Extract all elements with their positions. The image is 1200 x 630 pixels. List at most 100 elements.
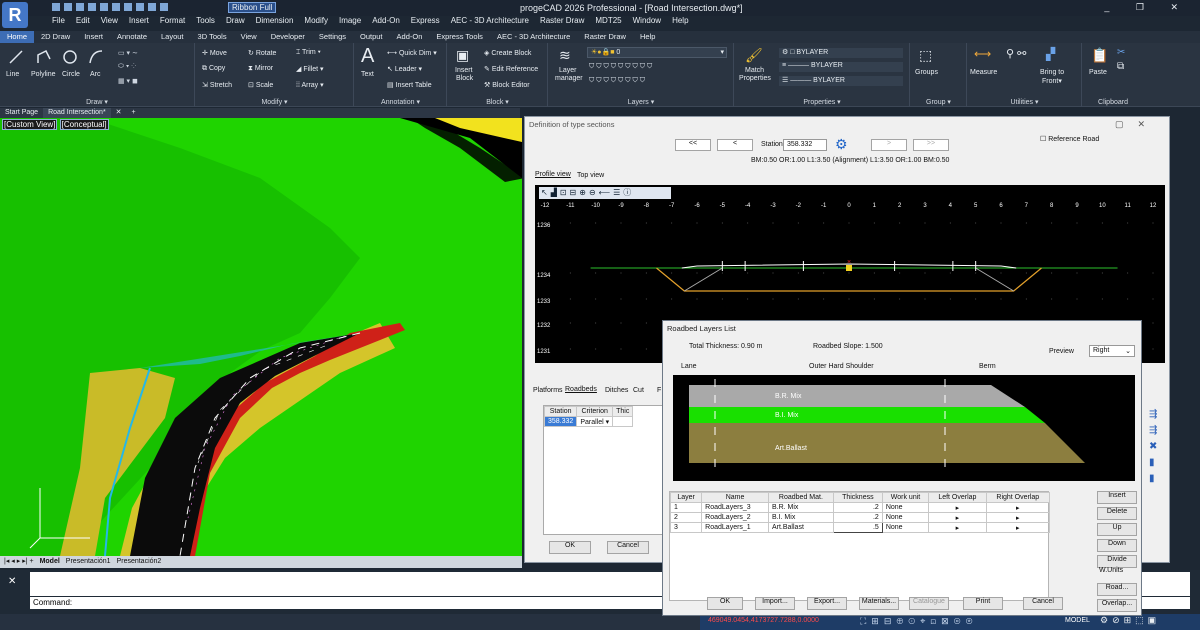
groups-icon[interactable]: ⬚ [919, 47, 932, 64]
tab-3d-tools[interactable]: 3D Tools [191, 31, 234, 43]
open-icon[interactable] [64, 3, 72, 11]
new-tab-icon[interactable]: + [127, 108, 141, 118]
measure-icon[interactable]: ⟷ [974, 47, 991, 61]
tab-ditches[interactable]: Ditches [605, 387, 628, 394]
array-button[interactable]: ⁞⁞ Array ▾ [296, 81, 324, 89]
delete-button[interactable]: Delete [1097, 507, 1137, 520]
line-button[interactable]: Line [6, 71, 19, 78]
app-logo[interactable]: R [2, 2, 28, 28]
import-button[interactable]: Import... [755, 597, 795, 610]
layer-tools-row1[interactable]: ⛉⛉⛉⛉⛉⛉⛉⛉⛉ [589, 63, 654, 71]
menu-modify[interactable]: Modify [304, 16, 328, 30]
groups-button[interactable]: Groups [915, 69, 938, 76]
cell-mat[interactable]: B.I. Mix [767, 512, 834, 523]
print-button[interactable]: Print [963, 597, 1003, 610]
tab-view[interactable]: View [234, 31, 264, 43]
tab-express-tools[interactable]: Express Tools [429, 31, 490, 43]
table-row[interactable]: 3 RoadLayers_1 Art.Ballast .5 None ▸ ▸ [669, 522, 1051, 533]
cell-th[interactable]: .2 [832, 502, 883, 513]
new-icon[interactable] [52, 3, 60, 11]
export-button[interactable]: Export... [807, 597, 847, 610]
close-command-icon[interactable]: ✕ [8, 576, 16, 587]
color-dropdown[interactable]: ⚙ □ BYLAYER [779, 48, 903, 58]
cell-r[interactable]: ▸ [985, 502, 1051, 513]
status-toggles[interactable]: ⛶⊞⊟⊕⊙⌖⊡⊠⊚⊛ [860, 616, 978, 627]
menu-file[interactable]: File [52, 16, 65, 30]
fillet-button[interactable]: ◢ Fillet ▾ [296, 65, 324, 73]
insert-table-button[interactable]: ▤ Insert Table [387, 81, 432, 89]
criterion-cell[interactable]: Parallel ▾ [576, 416, 614, 427]
menu-mdt25[interactable]: MDT25 [595, 16, 621, 30]
viewport-label[interactable]: [Custom View] [Conceptual] [2, 119, 109, 130]
table-row[interactable]: 2 RoadLayers_2 B.I. Mix .2 None ▸ ▸ [669, 512, 1051, 523]
visual-style[interactable]: [Conceptual] [59, 119, 109, 130]
match-properties-button-line2[interactable]: Properties [739, 75, 771, 82]
hatch-icon[interactable]: ▦ ▾ ◼ [118, 77, 138, 85]
linetype-dropdown[interactable]: ≡ ——— BYLAYER [779, 62, 903, 72]
cell-name[interactable]: RoadLayers_1 [701, 522, 769, 533]
insert-block-icon[interactable]: ▣ [456, 47, 469, 64]
menu-draw[interactable]: Draw [226, 16, 245, 30]
arc-icon[interactable] [88, 49, 104, 65]
leader-button[interactable]: ↖ Leader ▾ [387, 65, 422, 73]
save-as-icon[interactable] [88, 3, 96, 11]
ribbon-full-toggle[interactable]: Ribbon Full [228, 2, 277, 13]
tab-output[interactable]: Output [353, 31, 390, 43]
scale-button[interactable]: ⊡ Scale [248, 81, 273, 89]
move-button[interactable]: ✛ Move [202, 49, 227, 57]
undo-icon[interactable] [100, 3, 108, 11]
menu-aec-3d-architecture[interactable]: AEC - 3D Architecture [451, 16, 529, 30]
tab-roadbeds[interactable]: Roadbeds [565, 386, 597, 393]
save-icon[interactable] [76, 3, 84, 11]
ok-button[interactable]: OK [549, 541, 591, 554]
quick-dim-button[interactable]: ⟷ Quick Dim ▾ [387, 49, 437, 57]
cell-l[interactable]: ▸ [928, 512, 987, 523]
ok-button[interactable]: OK [707, 597, 743, 610]
cell-unit[interactable]: None [881, 502, 930, 513]
layout-nav-icon[interactable]: |◂ ◂ ▸ ▸| + [4, 556, 34, 568]
cell-name[interactable]: RoadLayers_3 [701, 502, 769, 513]
tab-insert[interactable]: Insert [77, 31, 110, 43]
cut-icon[interactable]: ✂ [1117, 47, 1125, 58]
lineweight-dropdown[interactable]: ☰ ——— BYLAYER [779, 76, 903, 86]
menu-edit[interactable]: Edit [76, 16, 90, 30]
match-icon[interactable] [148, 3, 156, 11]
annotation-group-label[interactable]: Annotation ▾ [355, 98, 446, 106]
tab-fill[interactable]: F [657, 387, 661, 394]
tab-raster-draw[interactable]: Raster Draw [577, 31, 633, 43]
utilities-group-label[interactable]: Utilities ▾ [968, 98, 1081, 106]
model-viewport[interactable]: [Custom View] [Conceptual] [0, 118, 522, 556]
menu-image[interactable]: Image [339, 16, 361, 30]
cancel-button[interactable]: Cancel [1023, 597, 1063, 610]
cell-th[interactable]: .5 [832, 522, 883, 533]
ellipse-icon[interactable]: ⬭ ▾ ⁘ [118, 63, 136, 71]
view-name[interactable]: [Custom View] [2, 119, 58, 130]
polyline-icon[interactable] [36, 49, 52, 65]
copy-button[interactable]: ⧉ Copy [202, 65, 225, 73]
draw-group-label[interactable]: Draw ▾ [0, 98, 194, 106]
tab-model[interactable]: Model [40, 556, 60, 568]
menu-express[interactable]: Express [411, 16, 440, 30]
station-input[interactable]: 358.332 [783, 139, 827, 151]
materials-button[interactable]: Materials... [859, 597, 899, 610]
roadbed-station-grid[interactable]: Station Criterion Thic 358.332 Parallel ▾ [543, 405, 663, 535]
menu-raster-draw[interactable]: Raster Draw [540, 16, 584, 30]
up-button[interactable]: Up [1097, 523, 1137, 536]
cell-mat[interactable]: B.R. Mix [767, 502, 834, 513]
block-group-label[interactable]: Block ▾ [448, 98, 547, 106]
create-block-button[interactable]: ◈ Create Block [484, 49, 531, 57]
match-properties-icon[interactable]: 🖌 [745, 47, 763, 64]
bring-to-front-button-line2[interactable]: Front▾ [1042, 77, 1062, 85]
menu-window[interactable]: Window [633, 16, 661, 30]
bring-to-front-icon[interactable]: ▞ [1046, 47, 1055, 61]
block-editor-button[interactable]: ⚒ Block Editor [484, 81, 530, 89]
circle-icon[interactable] [62, 49, 78, 65]
reference-road-checkbox[interactable]: ☐ Reference Road [1040, 135, 1099, 143]
group-group-label[interactable]: Group ▾ [911, 98, 966, 106]
menu-view[interactable]: View [101, 16, 118, 30]
tab-developer[interactable]: Developer [264, 31, 312, 43]
tab-presentacion2[interactable]: Presentación2 [117, 556, 162, 568]
road-button[interactable]: Road... [1097, 583, 1137, 596]
copy-clip-icon[interactable]: ⧉ [1117, 61, 1124, 72]
tab-presentacion1[interactable]: Presentación1 [66, 556, 111, 568]
